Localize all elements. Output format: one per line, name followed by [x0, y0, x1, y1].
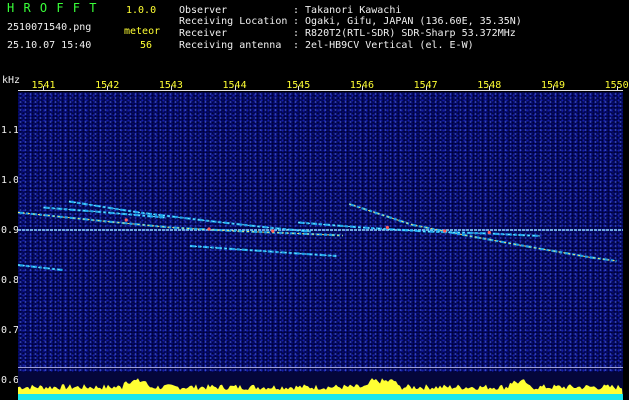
meteor-trace-core: [18, 212, 343, 236]
app-version: 1.0.0: [126, 5, 157, 16]
info-key-location: Receiving Location: [179, 16, 288, 27]
amplitude-baseline: [18, 394, 623, 400]
signal-hotspot: [124, 218, 128, 222]
top-axis-line: [18, 90, 623, 91]
y-tick-label: 0.8: [1, 275, 20, 286]
y-axis-unit-label: kHz: [2, 75, 21, 86]
y-tick-label: 0.9: [1, 225, 20, 236]
y-tick-label: 0.7: [1, 325, 20, 336]
amplitude-svg: [18, 378, 623, 400]
y-tick-label: 0.6: [1, 375, 20, 386]
date-time: 25.10.07 15:40: [7, 40, 92, 51]
info-key-receiver: Receiver: [179, 28, 228, 39]
y-tick-label: 1.1: [1, 125, 20, 136]
signal-hotspot: [271, 229, 275, 233]
spectrogram-plot: [18, 92, 623, 372]
meteor-trace: [68, 200, 312, 233]
info-key-antenna: Receiving antenna: [179, 40, 282, 51]
meteor-trace-core: [68, 201, 311, 232]
info-key-observer: Observer: [179, 5, 228, 16]
meteor-count: 56: [140, 40, 153, 51]
file-name: 2510071540.png: [7, 22, 92, 33]
meteor-trace: [18, 211, 343, 237]
info-value-location: : Ogaki, Gifu, JAPAN (136.60E, 35.35N): [293, 16, 522, 27]
info-value-observer: : Takanori Kawachi: [293, 5, 402, 16]
signal-hotspot: [207, 227, 211, 231]
info-value-receiver: : R820T2(RTL-SDR) SDR-Sharp 53.372MHz: [293, 28, 516, 39]
signal-hotspot: [487, 230, 491, 235]
amplitude-strip: [18, 372, 623, 400]
signal-hotspot: [443, 229, 447, 233]
hrofft-window: H R O F F T 1.0.0 2510071540.png meteor …: [0, 0, 629, 400]
y-tick-label: 1.0: [1, 175, 20, 186]
spectrogram-svg: [18, 200, 623, 368]
info-value-antenna: : 2el-HB9CV Vertical (el. E-W): [293, 40, 474, 51]
signal-hotspot: [385, 225, 389, 230]
meteor-label: meteor: [124, 26, 161, 37]
meteor-trace: [189, 244, 337, 258]
app-name: H R O F F T: [7, 1, 98, 15]
